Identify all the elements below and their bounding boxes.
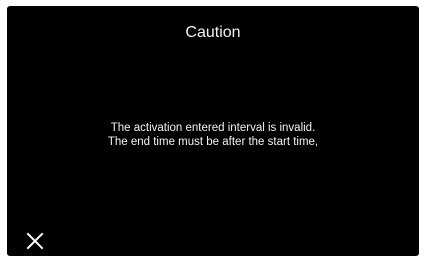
dialog-title: Caution <box>185 24 241 41</box>
dialog-message: The activation entered interval is inval… <box>7 121 419 149</box>
close-icon <box>24 230 46 252</box>
message-line-1: The activation entered interval is inval… <box>110 122 316 134</box>
message-line-2: The end time must be after the start tim… <box>107 136 319 148</box>
close-button[interactable] <box>24 230 46 252</box>
caution-dialog: Caution The activation entered interval … <box>7 6 419 256</box>
